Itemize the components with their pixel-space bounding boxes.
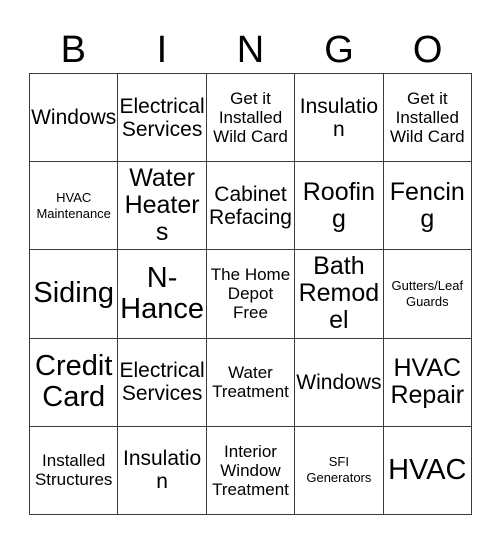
bingo-cell-label: Get it Installed Wild Card bbox=[213, 89, 288, 147]
bingo-cell-label: Water Heaters bbox=[124, 164, 200, 247]
bingo-cell[interactable]: Insulation bbox=[295, 74, 384, 163]
bingo-cell[interactable]: Fencing bbox=[383, 162, 472, 251]
bingo-cell[interactable]: Windows bbox=[30, 74, 119, 163]
bingo-grid: Windows Electrical Services Get it Insta… bbox=[29, 73, 472, 515]
bingo-cell[interactable]: N- Hance bbox=[118, 250, 207, 339]
bingo-cell[interactable]: Electrical Services bbox=[118, 74, 207, 163]
bingo-cell-label: Get it Installed Wild Card bbox=[389, 89, 465, 147]
bingo-cell-label: Insulation bbox=[122, 447, 202, 494]
header-letter-b: B bbox=[60, 29, 86, 71]
bingo-cell[interactable]: Roofing bbox=[295, 162, 384, 251]
bingo-cell[interactable]: HVAC bbox=[383, 426, 472, 515]
bingo-cell-label: HVAC bbox=[388, 453, 467, 486]
bingo-cell[interactable]: HVAC Maintenance bbox=[30, 162, 119, 251]
bingo-cell[interactable]: Insulation bbox=[118, 426, 207, 515]
bingo-cell-label: Water Treatment bbox=[212, 363, 289, 402]
header-letter-i: I bbox=[156, 29, 168, 71]
bingo-cell-label: Electrical Services bbox=[119, 94, 205, 141]
bingo-cell[interactable]: HVAC Repair bbox=[383, 338, 472, 427]
header-letter-n: N bbox=[236, 29, 265, 71]
bingo-cell[interactable]: Bath Remodel bbox=[295, 250, 384, 339]
bingo-cell-label: Electrical Services bbox=[119, 359, 205, 406]
bingo-cell[interactable]: Cabinet Refacing bbox=[206, 162, 296, 251]
bingo-cell-label: HVAC Maintenance bbox=[36, 189, 111, 221]
bingo-cell-label: Cabinet Refacing bbox=[209, 182, 292, 229]
bingo-card: B I N G O Windows Electrical Services Ge… bbox=[0, 0, 500, 544]
bingo-cell[interactable]: Gutters/Leaf Guards bbox=[383, 250, 472, 339]
bingo-cell-label: Windows bbox=[31, 106, 117, 130]
bingo-cell[interactable]: Credit Card bbox=[30, 338, 119, 427]
bingo-cell[interactable]: Siding bbox=[30, 250, 119, 339]
bingo-cell-label: Interior Window Treatment bbox=[212, 441, 289, 499]
bingo-cell-label: Windows bbox=[296, 370, 382, 394]
bingo-cell[interactable]: Get it Installed Wild Card bbox=[383, 74, 472, 163]
header-letter-o: O bbox=[412, 29, 443, 71]
bingo-cell-label: Bath Remodel bbox=[298, 252, 380, 335]
bingo-cell-label: Fencing bbox=[389, 177, 465, 233]
bingo-cell[interactable]: Water Treatment bbox=[206, 338, 296, 427]
bingo-cell[interactable]: Installed Structures bbox=[30, 426, 119, 515]
bingo-cell-label: Credit Card bbox=[35, 350, 113, 414]
bingo-cell[interactable]: The Home Depot Free bbox=[206, 250, 296, 339]
bingo-cell-label: Insulation bbox=[299, 94, 378, 141]
bingo-cell[interactable]: Windows bbox=[295, 338, 384, 427]
bingo-cell[interactable]: SFI Generators bbox=[295, 426, 384, 515]
bingo-cell-label: HVAC Repair bbox=[390, 354, 465, 410]
bingo-cell-label: SFI Generators bbox=[306, 454, 372, 486]
bingo-cell[interactable]: Water Heaters bbox=[118, 162, 207, 251]
bingo-cell-label: The Home Depot Free bbox=[210, 265, 291, 323]
bingo-cell[interactable]: Get it Installed Wild Card bbox=[206, 74, 296, 163]
bingo-cell-label: Installed Structures bbox=[34, 451, 113, 490]
bingo-cell-label: Gutters/Leaf Guards bbox=[391, 277, 464, 309]
bingo-cell[interactable]: Interior Window Treatment bbox=[206, 426, 296, 515]
bingo-cell-label: Roofing bbox=[302, 177, 376, 233]
bingo-cell-label: N- Hance bbox=[120, 261, 204, 325]
header-letter-g: G bbox=[324, 29, 354, 71]
bingo-cell[interactable]: Electrical Services bbox=[118, 338, 207, 427]
bingo-header-row: B I N G O bbox=[29, 16, 472, 72]
bingo-cell-label: Siding bbox=[33, 277, 114, 310]
